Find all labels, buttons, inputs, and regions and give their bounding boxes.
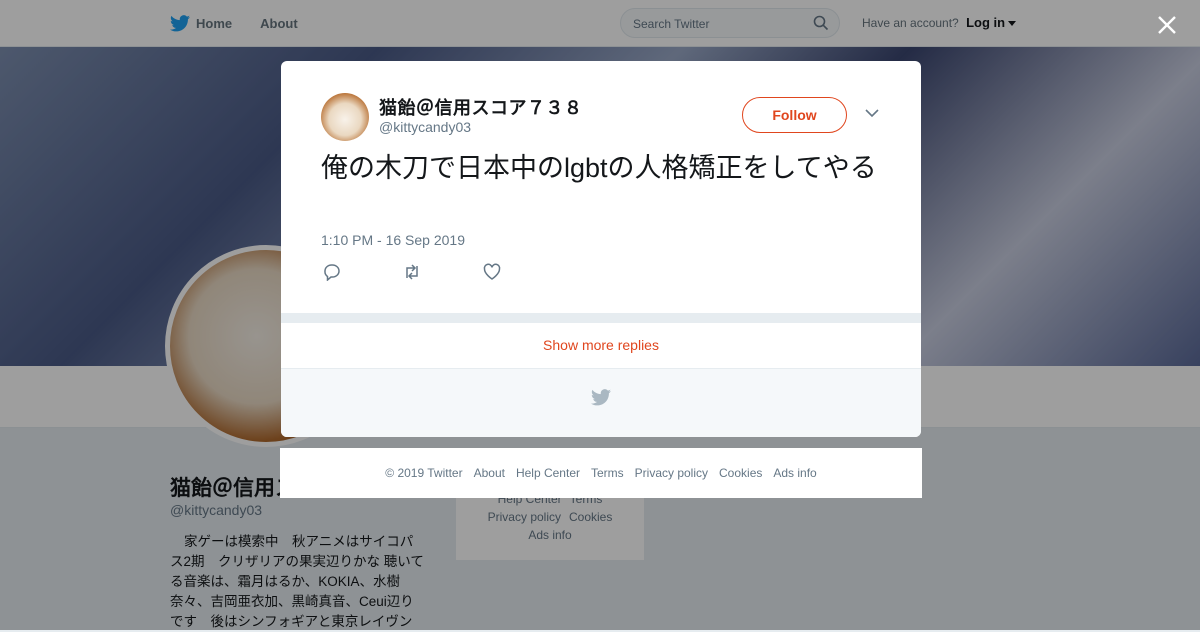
- close-icon[interactable]: [1156, 14, 1178, 36]
- avatar[interactable]: [321, 93, 369, 141]
- footer-link-cookies[interactable]: Cookies: [719, 466, 762, 480]
- tweet-actions: [323, 263, 563, 281]
- tweet-text: 俺の木刀で日本中のlgbtの人格矯正をしてやる: [321, 153, 877, 183]
- footer-copyright: © 2019 Twitter: [385, 466, 463, 480]
- tweet-modal: 猫飴＠信用スコア７３８ @kittycandy03 Follow 俺の木刀で日本…: [281, 61, 921, 437]
- tweet-timestamp[interactable]: 1:10 PM - 16 Sep 2019: [321, 232, 465, 248]
- footer-link-about[interactable]: About: [474, 466, 505, 480]
- modal-footer: [281, 369, 921, 437]
- footer-link-help-center[interactable]: Help Center: [516, 466, 580, 480]
- tweet-handle[interactable]: @kittycandy03: [379, 119, 471, 135]
- footer-link-ads-info[interactable]: Ads info: [773, 466, 816, 480]
- divider: [281, 313, 921, 323]
- footer-link-terms[interactable]: Terms: [591, 466, 624, 480]
- footer-link-privacy[interactable]: Privacy policy: [635, 466, 708, 480]
- follow-button[interactable]: Follow: [742, 97, 847, 133]
- show-more-replies-button[interactable]: Show more replies: [281, 323, 921, 369]
- like-icon[interactable]: [483, 263, 501, 281]
- reply-icon[interactable]: [323, 263, 341, 281]
- retweet-icon[interactable]: [403, 263, 421, 281]
- tweet-display-name[interactable]: 猫飴＠信用スコア７３８: [379, 94, 583, 120]
- page-footer: © 2019 Twitter About Help Center Terms P…: [280, 448, 922, 498]
- chevron-down-icon[interactable]: [865, 109, 879, 118]
- twitter-bird-icon: [591, 389, 611, 406]
